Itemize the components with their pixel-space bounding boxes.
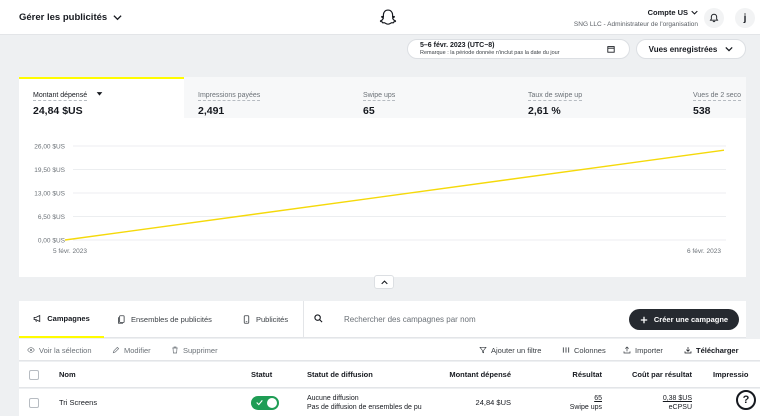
result-value[interactable]: 65: [594, 394, 602, 403]
edit-button[interactable]: Modifier: [112, 339, 151, 361]
help-button[interactable]: ?: [736, 390, 756, 410]
tab-ads[interactable]: Publicités: [242, 301, 288, 338]
megaphone-icon: [33, 314, 41, 323]
delivery-status: Aucune diffusion: [307, 394, 359, 402]
search-input[interactable]: [344, 310, 594, 329]
y-tick-label: 13,00 $US: [34, 191, 65, 198]
account-name: Compte US: [647, 8, 688, 17]
result-unit: Swipe ups: [569, 403, 602, 411]
chevron-down-icon: [691, 10, 698, 15]
create-campaign-button[interactable]: Créer une campagne: [629, 309, 739, 330]
search-icon: [314, 314, 323, 323]
app-title: Gérer les publicités: [19, 12, 108, 23]
date-range-note: Remarque : la période donnée n'inclut pa…: [420, 50, 560, 56]
bell-icon: [709, 13, 719, 23]
columns-icon: [562, 347, 570, 353]
metrics-bar: Montant dépensé 24,84 $US Impressions pa…: [19, 77, 746, 118]
divider: [303, 301, 304, 338]
metric-spent[interactable]: Montant dépensé 24,84 $US: [19, 77, 184, 118]
column-header-status[interactable]: Statut: [251, 362, 272, 387]
phone-icon: [243, 315, 250, 324]
avatar[interactable]: j: [735, 8, 755, 28]
series-line: [64, 149, 725, 241]
table-header: Nom Statut Statut de diffusion Montant d…: [19, 362, 760, 388]
date-range-label: 5–6 févr. 2023 (UTC−8): [420, 42, 495, 49]
campaign-name[interactable]: Tri Screens: [59, 389, 97, 416]
import-button[interactable]: Importer: [623, 339, 663, 361]
collapse-chart-button[interactable]: [374, 275, 394, 289]
spent-value: 24,84 $US: [475, 398, 511, 407]
metric-swipe-up-rate[interactable]: Taux de swipe up 2,61 %: [514, 77, 679, 118]
table-toolbar: Voir la sélection Modifier Supprimer Ajo…: [19, 339, 760, 361]
delete-button[interactable]: Supprimer: [171, 339, 218, 361]
line-chart: 0,00 $US 6,50 $US 13,00 $US 19,50 $US 26,00 …: [34, 144, 726, 255]
trash-icon: [172, 346, 178, 354]
notifications-button[interactable]: [704, 8, 724, 28]
question-icon: ?: [742, 394, 750, 406]
caret-down-icon: [96, 92, 102, 96]
filter-icon: [479, 347, 487, 354]
plus-icon: [640, 316, 648, 323]
cost-value[interactable]: 0,38 $US: [663, 394, 692, 403]
table-row[interactable]: Tri Screens Aucune diffusion Pas de diff…: [19, 389, 760, 416]
y-tick-label: 19,50 $US: [34, 167, 65, 174]
download-icon: [684, 347, 692, 354]
columns-button[interactable]: Colonnes: [562, 339, 606, 361]
metric-swipe-ups[interactable]: Swipe ups 65: [349, 77, 514, 118]
x-tick-label: 6 févr. 2023: [687, 248, 721, 255]
column-header-result[interactable]: Résultat: [519, 362, 602, 387]
snapchat-ghost-icon[interactable]: [378, 8, 398, 28]
column-header-impressions[interactable]: Impressio: [713, 362, 748, 387]
row-select-cell: [29, 389, 39, 416]
add-filter-button[interactable]: Ajouter un filtre: [479, 339, 541, 361]
y-tick-label: 26,00 $US: [34, 144, 65, 151]
metric-2s-views[interactable]: Vues de 2 seco 538: [679, 77, 746, 118]
column-header-spent[interactable]: Montant dépensé: [419, 362, 511, 387]
x-tick-label: 5 févr. 2023: [53, 248, 87, 255]
organization-label: SNG LLC - Administrateur de l'organisati…: [573, 21, 698, 28]
app-menu-button[interactable]: Gérer les publicités: [19, 12, 122, 23]
eye-icon: [27, 347, 35, 353]
y-tick-label: 6,50 $US: [38, 214, 66, 221]
y-tick-label: 0,00 $US: [38, 238, 66, 245]
tab-campaigns[interactable]: Campagnes: [19, 301, 104, 338]
calendar-icon: [607, 46, 615, 53]
pencil-icon: [112, 346, 120, 354]
metric-paid-impressions[interactable]: Impressions payées 2,491: [184, 77, 349, 118]
account-switcher[interactable]: Compte US SNG LLC - Administrateur de l'…: [574, 8, 698, 28]
toggle-knob: [267, 397, 277, 408]
delivery-cell: Aucune diffusion Pas de diffusion de ens…: [307, 389, 435, 416]
chevron-down-icon: [113, 15, 122, 21]
column-header-name[interactable]: Nom: [59, 362, 76, 387]
column-header-delivery[interactable]: Statut de diffusion: [307, 362, 373, 387]
entity-tabs-row: Campagnes Ensembles de publicités Public…: [19, 301, 746, 338]
upload-icon: [623, 346, 631, 354]
date-range-picker[interactable]: 5–6 févr. 2023 (UTC−8) Remarque : la pér…: [407, 39, 630, 59]
download-button[interactable]: Télécharger: [684, 339, 739, 361]
cost-unit: eCPSU: [668, 403, 692, 411]
check-icon: [256, 399, 263, 405]
delivery-detail: Pas de diffusion de ensembles de pu: [307, 403, 422, 411]
status-toggle[interactable]: [251, 395, 279, 410]
status-cell: [251, 389, 279, 416]
saved-views-button[interactable]: Vues enregistrées: [636, 39, 746, 59]
cost-cell: 0,38 $US eCPSU: [609, 389, 692, 416]
view-selection-button[interactable]: Voir la sélection: [27, 339, 92, 361]
row-checkbox[interactable]: [29, 397, 39, 408]
chevron-up-icon: [380, 279, 388, 284]
chevron-down-icon: [725, 46, 733, 52]
tab-ad-sets[interactable]: Ensembles de publicités: [117, 301, 212, 338]
top-bar: Gérer les publicités Compte US SNG LLC -…: [0, 0, 760, 35]
column-header-cost-per-result[interactable]: Coût par résultat: [609, 362, 692, 387]
select-all-cell: [29, 362, 39, 387]
select-all-checkbox[interactable]: [29, 369, 39, 380]
spend-chart: 0,00 $US 6,50 $US 13,00 $US 19,50 $US 26,00 …: [19, 118, 746, 277]
adsets-icon: [118, 315, 125, 324]
result-cell: 65 Swipe ups: [519, 389, 602, 416]
